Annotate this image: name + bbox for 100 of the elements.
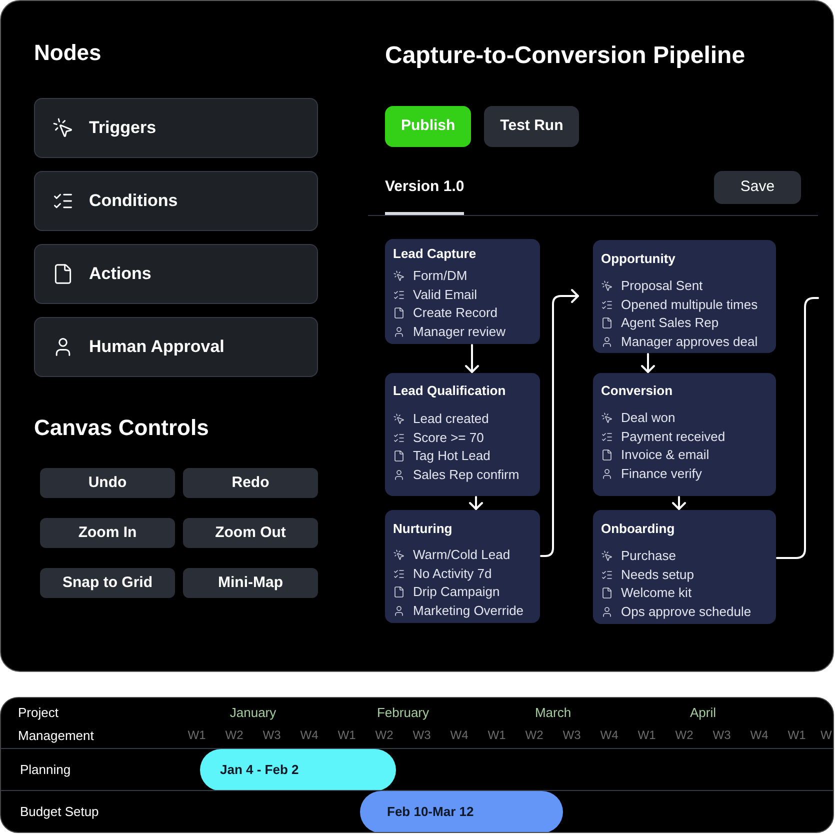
checklist-icon <box>393 288 405 301</box>
document-icon <box>393 586 405 598</box>
node-title: Opportunity <box>601 250 676 268</box>
step-label: Manager review <box>413 322 506 341</box>
step-label: Opened multipule times <box>621 296 758 314</box>
canvas-control-button[interactable]: Zoom In <box>40 518 175 548</box>
cursor-click-icon <box>601 550 613 562</box>
step-label: Tag Hot Lead <box>413 447 490 466</box>
node-type-item[interactable]: Human Approval <box>34 317 318 377</box>
cursor-click-icon <box>393 413 405 426</box>
step-label: Score >= 70 <box>413 428 484 447</box>
week-label: W2 <box>374 727 394 744</box>
connector-arrow <box>469 496 483 510</box>
checklist-icon <box>601 430 613 443</box>
week-label: W3 <box>412 727 432 744</box>
month-label: February <box>376 704 430 722</box>
canvas-control-button[interactable]: Redo <box>183 468 318 498</box>
person-icon <box>393 326 405 338</box>
person-icon <box>393 468 405 481</box>
step-label: Sales Rep confirm <box>413 466 520 484</box>
week-label: W2 <box>524 727 544 744</box>
action-button[interactable]: Test Run <box>484 106 580 147</box>
week-label: W1 <box>636 727 657 744</box>
step-label: Welcome kit <box>621 584 692 602</box>
week-label: W4 <box>599 727 620 744</box>
cursor-click-icon <box>393 270 405 282</box>
step-label: Drip Campaign <box>413 583 500 602</box>
month-label: March <box>534 704 572 722</box>
node-title: Nurturing <box>393 520 454 538</box>
week-label: W3 <box>262 727 282 744</box>
step-label: Needs setup <box>621 566 694 584</box>
cursor-click-icon <box>601 412 613 424</box>
node-title: Lead Qualification <box>393 382 507 400</box>
task-label: Budget Setup <box>19 802 99 821</box>
week-label: W3 <box>712 727 732 744</box>
step-label: Ops approve schedule <box>621 602 752 621</box>
pipeline-node[interactable]: Opportunity Proposal Sent Opened multipule times Agent Sales Rep Manager approves deal <box>593 240 776 353</box>
canvas-control-button[interactable]: Mini-Map <box>183 568 318 598</box>
node-title: Onboarding <box>601 520 676 538</box>
person-icon <box>393 604 405 617</box>
node-type-item[interactable]: Triggers <box>34 98 318 158</box>
task-label: Planning <box>19 760 71 779</box>
document-icon <box>601 317 613 330</box>
node-title: Conversion <box>601 382 674 400</box>
connector-arrow <box>641 353 655 373</box>
person-icon <box>601 468 613 480</box>
person-icon <box>601 336 613 348</box>
step-label: Lead created <box>413 410 489 428</box>
node-type-item[interactable]: Actions <box>34 244 318 304</box>
connector-arrow <box>672 496 686 510</box>
section-title: Nodes <box>34 39 102 67</box>
month-label: April <box>688 704 717 722</box>
connector-arrow <box>465 344 479 373</box>
week-label: W2 <box>224 727 244 744</box>
node-type-item[interactable]: Conditions <box>34 171 318 231</box>
pipeline-node[interactable]: Nurturing Warm/Cold Lead No Activity 7d Drip Campaign Marketing Override <box>385 510 540 623</box>
pipeline-node[interactable]: Conversion Deal won Payment received Invoice & email Finance verify <box>593 373 776 496</box>
step-label: Deal won <box>621 409 676 428</box>
week-label: W4 <box>299 727 320 744</box>
checklist-icon <box>601 298 613 311</box>
week-label: W1 <box>486 727 507 744</box>
step-label: Finance verify <box>621 464 702 483</box>
step-label: Valid Email <box>413 286 478 304</box>
document-icon <box>393 307 405 320</box>
cursor-click-icon <box>601 280 613 292</box>
version-tab[interactable]: Version 1.0 <box>385 178 464 215</box>
canvas-control-button[interactable]: Undo <box>40 468 175 498</box>
step-label: Warm/Cold Lead <box>413 546 510 564</box>
date-range-bar[interactable]: Jan 4 - Feb 2 <box>200 749 396 791</box>
checklist-icon <box>393 568 405 580</box>
pipeline-node[interactable]: Lead Capture Form/DM Valid Email Create Record Manager review <box>385 239 540 344</box>
section-title: Canvas Controls <box>34 414 210 442</box>
cursor-click-icon <box>393 549 405 562</box>
checklist-icon <box>393 432 405 444</box>
step-label: Proposal Sent <box>621 277 703 296</box>
step-label: Manager approves deal <box>621 332 758 351</box>
week-label: W4 <box>749 727 770 744</box>
document-icon <box>393 450 405 462</box>
document-icon <box>52 263 74 285</box>
date-range-bar[interactable]: Feb 10-Mar 12 <box>360 791 563 832</box>
pipeline-node[interactable]: Lead Qualification Lead created Score >= 70 Tag Hot Lead Sales Rep confirm <box>385 373 540 496</box>
step-label: Marketing Override <box>413 602 524 620</box>
canvas-control-button[interactable]: Snap to Grid <box>40 568 175 598</box>
month-label: January <box>228 704 278 722</box>
checklist-icon <box>601 568 613 581</box>
cursor-click-icon <box>52 117 74 139</box>
step-label: Invoice & email <box>621 446 710 464</box>
week-label: W1 <box>786 727 807 744</box>
node-title: Lead Capture <box>393 245 478 263</box>
canvas-control-button[interactable]: Zoom Out <box>183 518 318 548</box>
step-label: Form/DM <box>413 267 468 286</box>
week-label: W2 <box>674 727 694 744</box>
pipeline-title: Capture-to-Conversion Pipeline <box>384 41 746 71</box>
pipeline-node[interactable]: Onboarding Purchase Needs setup Welcome kit Ops approve schedule <box>593 510 776 624</box>
timeline-heading: Project Management <box>18 704 95 745</box>
person-icon <box>601 606 613 618</box>
step-label: Purchase <box>621 547 676 566</box>
step-label: Create Record <box>413 304 498 322</box>
document-icon <box>601 587 613 600</box>
save-button[interactable]: Save <box>714 171 801 204</box>
